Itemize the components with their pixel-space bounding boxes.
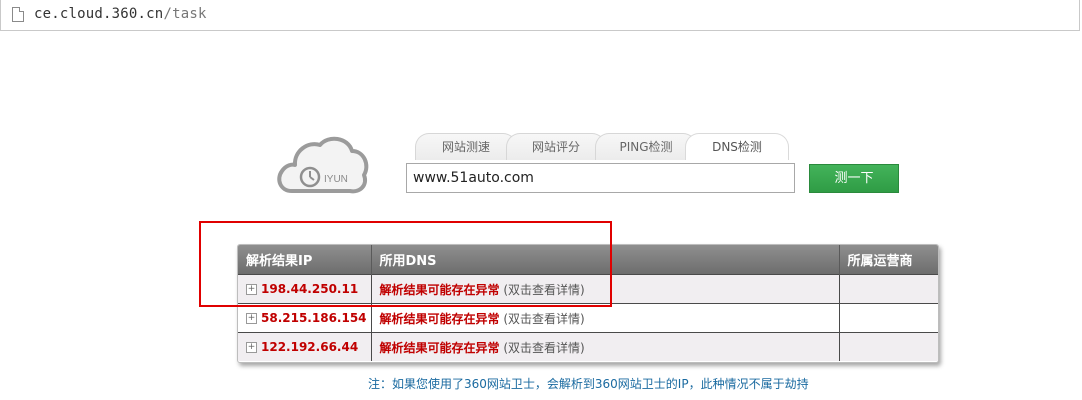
- tab-site-score[interactable]: 网站评分: [506, 133, 606, 160]
- tab-dns[interactable]: DNS检测: [685, 133, 789, 160]
- tab-ping[interactable]: PING检测: [595, 133, 697, 160]
- dns-status: 解析结果可能存在异常: [379, 311, 500, 326]
- dns-cell: 解析结果可能存在异常 (双击查看详情): [371, 303, 840, 333]
- dns-status: 解析结果可能存在异常: [379, 340, 500, 355]
- ip-cell: +122.192.66.44: [238, 332, 372, 361]
- dns-cell: 解析结果可能存在异常 (双击查看详情): [371, 332, 840, 361]
- address-bar[interactable]: ce.cloud.360.cn/task: [0, 0, 1080, 31]
- highlight-annotation-box: [199, 221, 612, 307]
- logo-text: IYUN: [324, 174, 348, 185]
- hijack-note: 注：如果您使用了360网站卫士，会解析到360网站卫士的IP，此种情况不属于劫持: [368, 377, 809, 391]
- url-host: ce.cloud.360.cn: [34, 6, 164, 22]
- table-row[interactable]: +122.192.66.44 解析结果可能存在异常 (双击查看详情): [238, 332, 938, 361]
- detail-link[interactable]: (双击查看详情): [503, 312, 584, 326]
- ip-value: 122.192.66.44: [261, 340, 359, 354]
- cloud-logo[interactable]: IYUN: [274, 133, 370, 199]
- url-text[interactable]: ce.cloud.360.cn/task: [34, 6, 207, 22]
- ip-value: 58.215.186.154: [261, 311, 367, 325]
- table-row[interactable]: +58.215.186.154 解析结果可能存在异常 (双击查看详情): [238, 303, 938, 333]
- header-isp: 所属运营商: [839, 245, 938, 275]
- isp-cell: [839, 332, 938, 361]
- search-input[interactable]: [406, 163, 795, 193]
- expand-icon[interactable]: +: [246, 313, 257, 324]
- isp-cell: [839, 303, 938, 333]
- page-icon: [12, 7, 24, 22]
- tab-site-speed[interactable]: 网站测速: [415, 133, 517, 160]
- cloud-logo-icon: IYUN: [277, 136, 369, 194]
- isp-cell: [839, 274, 938, 304]
- ip-cell: +58.215.186.154: [238, 303, 372, 333]
- test-button[interactable]: 测一下: [809, 164, 899, 193]
- expand-icon[interactable]: +: [246, 342, 257, 353]
- detail-link[interactable]: (双击查看详情): [503, 341, 584, 355]
- url-path: /task: [163, 6, 207, 22]
